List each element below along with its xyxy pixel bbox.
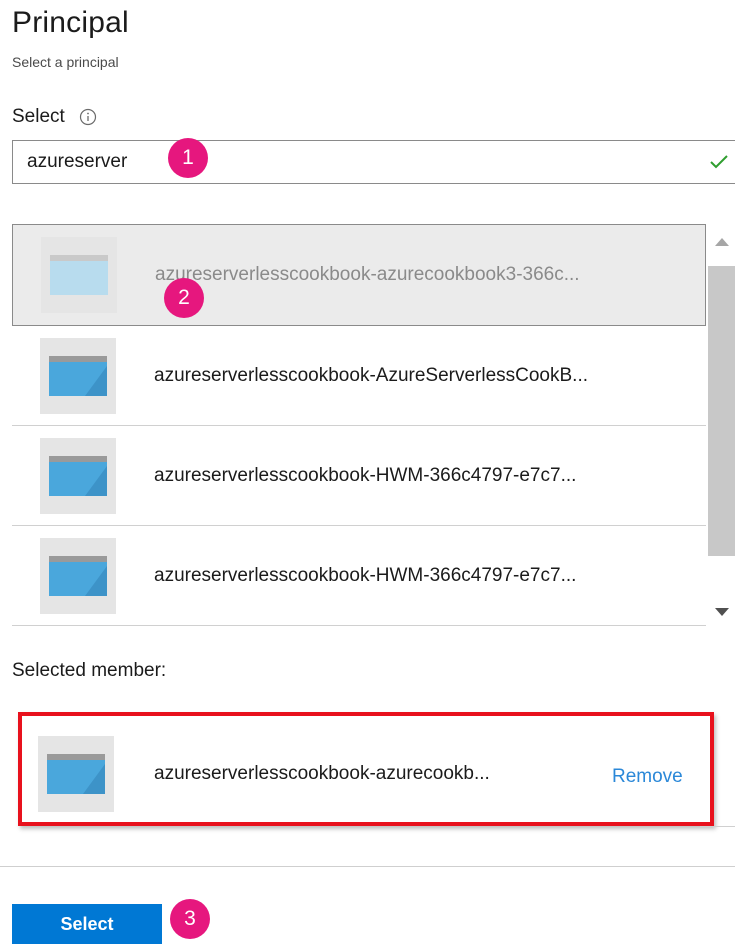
remove-link[interactable]: Remove: [612, 766, 683, 788]
list-item[interactable]: azureserverlesscookbook-AzureServerlessC…: [12, 326, 706, 426]
search-field[interactable]: [12, 140, 735, 184]
select-field-label: Select: [12, 106, 97, 128]
list-item[interactable]: azureserverlesscookbook-HWM-366c4797-e7c…: [12, 426, 706, 526]
scroll-down-arrow-icon[interactable]: [715, 608, 729, 616]
app-window-icon: [38, 736, 114, 812]
select-label-text: Select: [12, 106, 65, 127]
list-item-label: azureserverlesscookbook-HWM-366c4797-e7c…: [154, 464, 577, 486]
step-badge-3: 3: [170, 899, 210, 939]
app-window-icon: [41, 237, 117, 313]
results-scrollbar[interactable]: [708, 224, 735, 628]
page-title: Principal: [12, 6, 129, 39]
info-icon[interactable]: [79, 108, 97, 126]
selected-member-name: azureserverlesscookbook-azurecookb...: [154, 763, 490, 784]
selected-member-label: Selected member:: [12, 660, 167, 681]
scroll-thumb[interactable]: [708, 266, 735, 556]
checkmark-icon: [710, 155, 728, 169]
divider: [0, 866, 735, 867]
scroll-up-arrow-icon[interactable]: [715, 238, 729, 246]
list-item-label: azureserverlesscookbook-HWM-366c4797-e7c…: [154, 564, 577, 586]
app-window-icon: [40, 437, 116, 514]
app-window-icon: [40, 337, 116, 414]
list-item-label: azureserverlesscookbook-AzureServerlessC…: [154, 364, 589, 386]
results-list: azureserverlesscookbook-azurecookbook3-3…: [12, 224, 735, 628]
selected-member-item: azureserverlesscookbook-azurecookb...: [12, 736, 712, 812]
app-window-icon: [40, 537, 116, 614]
list-item-label: azureserverlesscookbook-azurecookbook3-3…: [155, 264, 580, 285]
divider: [700, 826, 735, 827]
search-input[interactable]: [13, 141, 727, 183]
step-badge-1: 1: [168, 138, 208, 178]
list-item[interactable]: azureserverlesscookbook-HWM-366c4797-e7c…: [12, 526, 706, 626]
list-item[interactable]: azureserverlesscookbook-azurecookbook3-3…: [12, 224, 706, 326]
page-subtitle: Select a principal: [12, 54, 119, 70]
select-button[interactable]: Select: [12, 904, 162, 944]
step-badge-2: 2: [164, 278, 204, 318]
